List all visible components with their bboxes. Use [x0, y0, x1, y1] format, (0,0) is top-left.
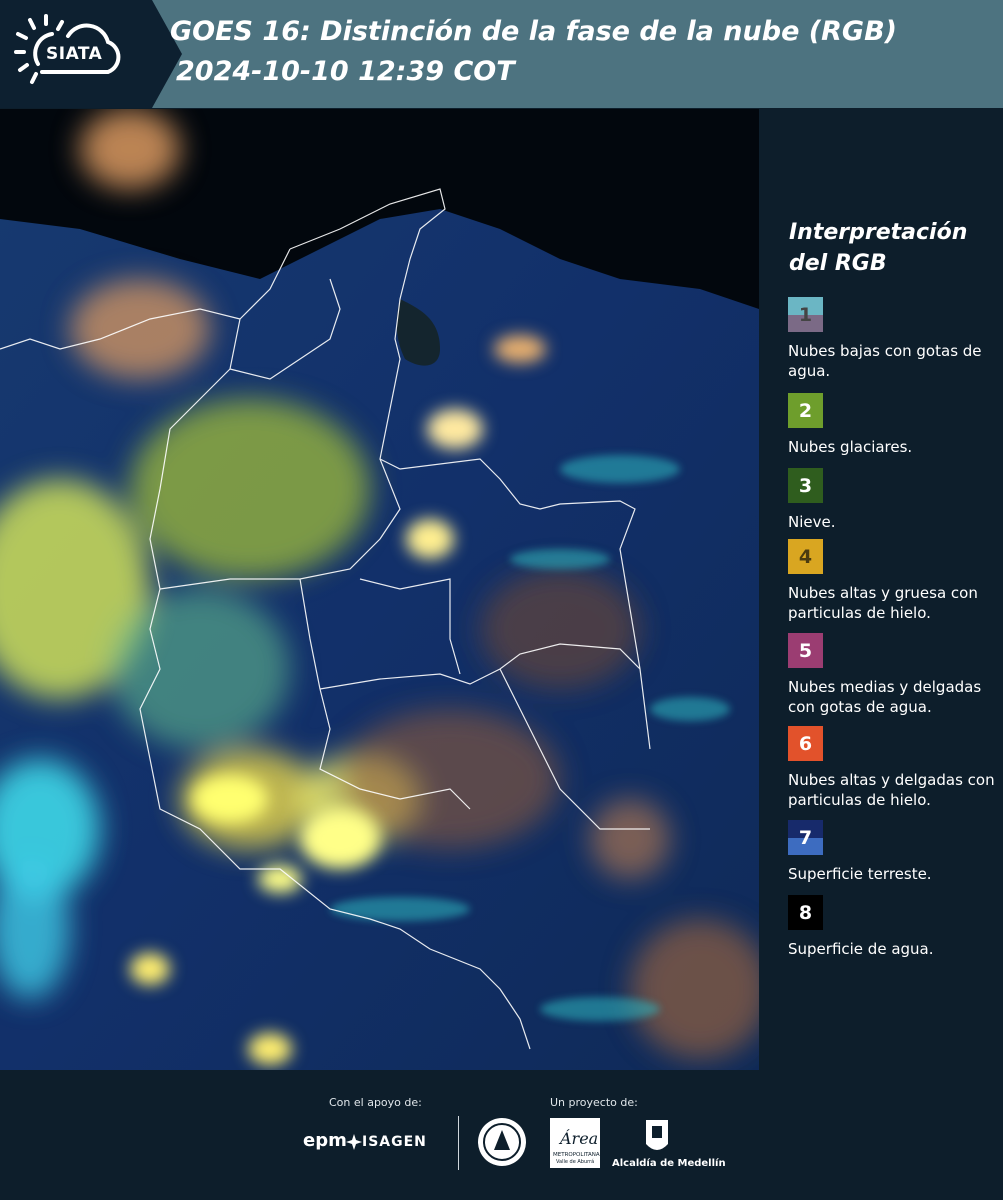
legend-label: Nubes altas y gruesa con particulas de h…	[788, 584, 978, 622]
support-label: Con el apoyo de:	[329, 1096, 422, 1109]
legend-label: Nubes medias y delgadas con gotas de agu…	[788, 678, 982, 716]
legend-label: Nubes bajas con gotas de agua.	[788, 342, 982, 380]
legend-panel: Interpretación del RGB 1 Nubes bajas con…	[759, 109, 1003, 1070]
legend-number: 8	[798, 901, 813, 924]
legend-swatch-1: 1	[788, 297, 823, 332]
legend-number: 3	[798, 474, 813, 497]
legend-number: 4	[798, 545, 813, 568]
logo-text: SIATA	[46, 44, 103, 64]
legend-item-3: 3 Nieve.	[788, 468, 1000, 532]
legend-number: 2	[798, 399, 813, 422]
legend-number: 1	[798, 303, 813, 326]
siata-logo: SIATA	[0, 0, 182, 108]
legend-label: Nubes glaciares.	[788, 438, 913, 456]
alcaldia-logo-text: Alcaldía de Medellín	[612, 1158, 726, 1169]
legend-item-7: 7 Superficie terreste.	[788, 820, 1000, 884]
legend-swatch-3: 3	[788, 468, 823, 503]
isagen-logo: ISAGEN	[362, 1134, 427, 1150]
legend-number: 7	[798, 826, 813, 849]
legend-label: Nubes altas y delgadas con particulas de…	[788, 771, 995, 809]
area-script-text: Área	[558, 1128, 598, 1148]
legend-item-2: 2 Nubes glaciares.	[788, 393, 1000, 457]
footer: Con el apoyo de: Un proyecto de: epm ISA…	[0, 1070, 1003, 1200]
legend-item-6: 6 Nubes altas y delgadas con particulas …	[788, 726, 1000, 810]
legend-item-1: 1 Nubes bajas con gotas de agua.	[788, 297, 1000, 381]
legend-item-4: 4 Nubes altas y gruesa con particulas de…	[788, 539, 1000, 623]
satellite-map	[0, 109, 759, 1070]
legend-number: 6	[798, 732, 813, 755]
legend-swatch-6: 6	[788, 726, 823, 761]
legend-swatch-7: 7	[788, 820, 823, 855]
area-metropolitana-logo: Área METROPOLITANA Valle de Aburrá	[550, 1118, 600, 1168]
seal-icon	[478, 1118, 526, 1166]
footer-divider	[458, 1116, 459, 1170]
legend-item-5: 5 Nubes medias y delgadas con gotas de a…	[788, 633, 1000, 717]
area-line2: Valle de Aburrá	[556, 1158, 594, 1165]
header: SIATA GOES 16: Distinción de la fase de …	[0, 0, 1003, 108]
area-line1: METROPOLITANA	[553, 1152, 600, 1158]
legend-number: 5	[798, 639, 813, 662]
legend-label: Superficie de agua.	[788, 940, 934, 958]
legend-item-8: 8 Superficie de agua.	[788, 895, 1000, 959]
timestamp: 2024-10-10 12:39 COT	[176, 56, 515, 87]
legend-label: Superficie terreste.	[788, 865, 932, 883]
legend-swatch-5: 5	[788, 633, 823, 668]
satellite-image	[0, 109, 759, 1070]
legend-label: Nieve.	[788, 513, 836, 531]
project-label: Un proyecto de:	[550, 1096, 638, 1109]
isagen-star-icon	[346, 1134, 362, 1150]
medellin-shield-icon	[646, 1120, 668, 1150]
page-title: GOES 16: Distinción de la fase de la nub…	[170, 16, 897, 47]
legend-swatch-2: 2	[788, 393, 823, 428]
legend-swatch-8: 8	[788, 895, 823, 930]
epm-logo: epm	[303, 1130, 347, 1151]
legend-swatch-4: 4	[788, 539, 823, 574]
legend-title: Interpretación del RGB	[789, 220, 968, 276]
